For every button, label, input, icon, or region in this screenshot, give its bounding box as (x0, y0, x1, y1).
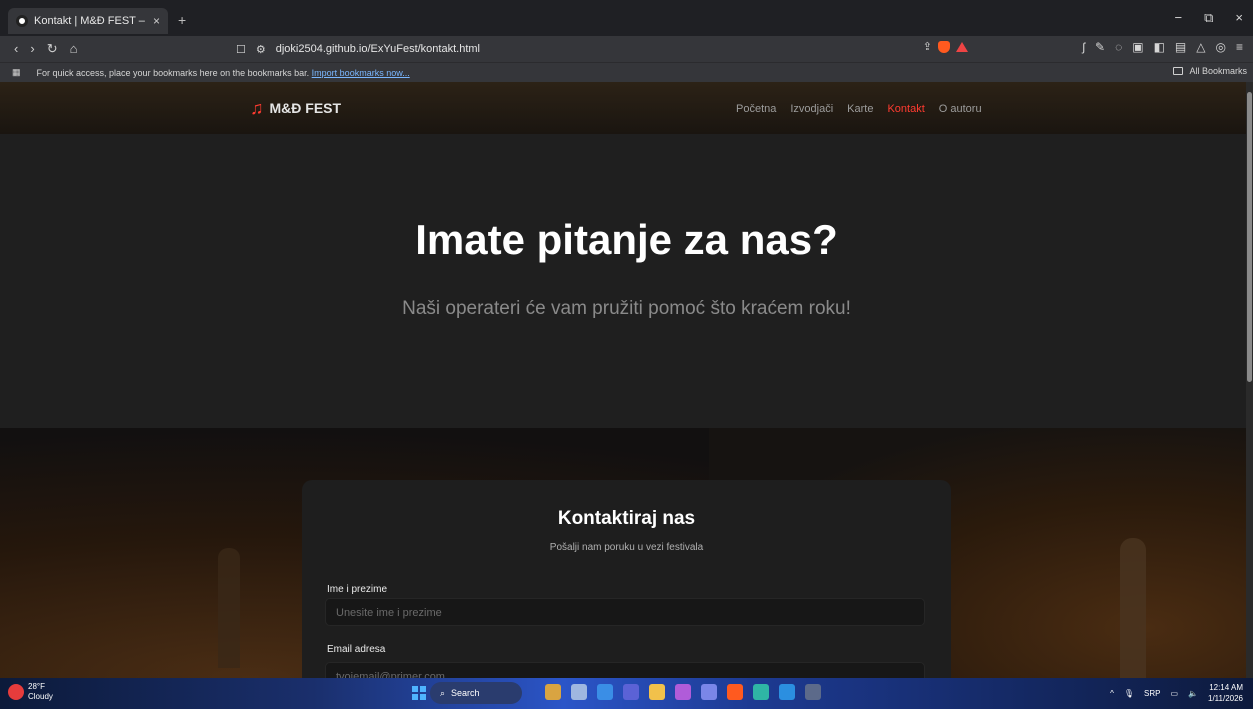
wallet-icon[interactable]: ▤ (1175, 40, 1186, 54)
tab-close-icon[interactable]: × (153, 14, 160, 28)
nav-link-pocetna[interactable]: Početna (736, 103, 776, 115)
reload-icon[interactable]: ↻ (47, 41, 58, 57)
folder-icon (1173, 67, 1184, 75)
home-icon[interactable]: ⌂ (70, 41, 78, 57)
import-bookmarks-link[interactable]: Import bookmarks now... (312, 68, 410, 78)
brave-shield-icon[interactable] (938, 40, 950, 53)
vscode-icon[interactable] (779, 684, 795, 700)
all-bookmarks-label: All Bookmarks (1189, 66, 1247, 76)
search-label: Search (451, 688, 480, 698)
contact-subtitle: Pošalji nam poruku u vezi festivala (549, 542, 704, 553)
brave-rewards-icon[interactable] (956, 41, 968, 52)
navigation-buttons: ‹ › ↻ ⌂ (0, 41, 240, 57)
window-controls: − ⧉ × (1175, 10, 1243, 26)
browser-tab-strip: Kontakt | M&Đ FEST – EX-YU M... × + − ⧉ … (0, 0, 1253, 36)
extensions-icon[interactable]: ◌ (1115, 40, 1122, 54)
web-page: ♫ M&Đ FEST Početna Izvodjači Karte Konta… (0, 82, 1253, 678)
bookmarks-bar: ▦ For quick access, place your bookmarks… (0, 62, 1253, 82)
language-indicator[interactable]: SRP (1144, 689, 1160, 698)
clock-time: 12:14 AM (1209, 683, 1243, 692)
file-explorer-icon[interactable] (649, 684, 665, 700)
browser-tab[interactable]: Kontakt | M&Đ FEST – EX-YU M... × (8, 8, 168, 34)
clock-date: 1/11/2026 (1208, 694, 1243, 703)
weather-icon (8, 684, 24, 700)
hero-section: Imate pitanje za nas? Naši operateri će … (0, 134, 1253, 428)
widgets-app-icon[interactable] (545, 684, 561, 700)
name-input[interactable]: Unesite ime i prezime (325, 598, 925, 626)
system-tray: ^ 🎙 SRP ▭ 🔈 12:14 AM 1/11/2026 (1110, 682, 1243, 704)
tray-chevron-icon[interactable]: ^ (1110, 689, 1114, 698)
search-icon: ⌕ (440, 687, 446, 698)
teams-icon[interactable] (623, 684, 639, 700)
raised-hand-image (1120, 538, 1146, 678)
discord-icon[interactable] (701, 684, 717, 700)
pen-icon[interactable]: ✎ (1095, 40, 1105, 54)
site-info-icon[interactable]: ⚙ (256, 43, 266, 56)
site-navbar: ♫ M&Đ FEST Početna Izvodjači Karte Konta… (0, 82, 1253, 134)
pinned-apps (545, 684, 821, 700)
omnibox-actions: ⇪ (923, 40, 968, 53)
leo-icon[interactable]: △ (1196, 40, 1205, 54)
menu-icon[interactable]: ≡ (1236, 40, 1243, 54)
site-logo[interactable]: ♫ M&Đ FEST (250, 98, 342, 118)
nav-link-o-autoru[interactable]: O autoru (939, 103, 982, 115)
apps-grid-icon[interactable]: ▦ (12, 67, 21, 78)
app-icon[interactable] (805, 684, 821, 700)
all-bookmarks-button[interactable]: All Bookmarks (1173, 66, 1247, 76)
toolbar-extensions: ʃ ✎ ◌ ▣ ◧ ▤ △ ◎ ≡ (1082, 40, 1243, 54)
music-note-icon: ♫ (250, 98, 264, 118)
concert-background: Kontaktiraj nas Pošalji nam poruku u vez… (0, 428, 1253, 678)
nav-link-karte[interactable]: Karte (847, 103, 873, 115)
bookmarks-hint: For quick access, place your bookmarks h… (36, 67, 310, 78)
taskbar-search[interactable]: ⌕ Search (430, 682, 522, 704)
nav-link-kontakt[interactable]: Kontakt (887, 103, 924, 115)
weather-widget[interactable]: 28°F Cloudy (8, 682, 53, 702)
email-input[interactable]: tvojemail@primer.com (325, 662, 925, 678)
bookmark-icon[interactable]: ☐ (236, 43, 246, 56)
email-label: Email adresa (327, 644, 386, 655)
sidebar-icon[interactable]: ◧ (1154, 40, 1165, 54)
windows-start-icon[interactable] (412, 686, 426, 700)
reader-icon[interactable]: ʃ (1082, 40, 1085, 54)
back-icon[interactable]: ‹ (14, 41, 18, 57)
close-window-button[interactable]: × (1235, 10, 1243, 26)
main-nav: Početna Izvodjači Karte Kontakt O autoru (736, 103, 982, 115)
site-favicon-icon (16, 15, 28, 27)
address-bar[interactable]: ☐ ⚙ djoki2504.github.io/ExYuFest/kontakt… (236, 38, 978, 60)
copilot-icon[interactable] (597, 684, 613, 700)
screenshot-icon[interactable]: ▣ (1132, 40, 1143, 54)
share-icon[interactable]: ⇪ (923, 40, 932, 53)
edge-icon[interactable] (753, 684, 769, 700)
url-text[interactable]: djoki2504.github.io/ExYuFest/kontakt.htm… (276, 43, 480, 55)
raised-hand-image (218, 548, 240, 668)
display-icon[interactable]: ▭ (1170, 689, 1178, 698)
hero-subtitle: Naši operateri će vam pružiti pomoć što … (402, 298, 851, 319)
minimize-button[interactable]: − (1175, 10, 1183, 26)
microphone-icon[interactable]: 🎙 (1124, 689, 1134, 698)
scrollbar-thumb[interactable] (1247, 92, 1252, 382)
clock[interactable]: 12:14 AM 1/11/2026 (1208, 682, 1243, 704)
weather-condition: Cloudy (28, 692, 53, 701)
tab-title: Kontakt | M&Đ FEST – EX-YU M... (34, 15, 147, 27)
task-view-icon[interactable] (571, 684, 587, 700)
app-icon[interactable] (675, 684, 691, 700)
hero-title: Imate pitanje za nas? (415, 216, 838, 263)
volume-icon[interactable]: 🔈 (1188, 689, 1198, 698)
vpn-icon[interactable]: ◎ (1216, 40, 1226, 54)
weather-temp: 28°F (28, 682, 45, 691)
new-tab-button[interactable]: + (178, 12, 186, 28)
contact-form-card: Kontaktiraj nas Pošalji nam poruku u vez… (302, 480, 951, 678)
name-label: Ime i prezime (327, 584, 388, 595)
windows-taskbar: 28°F Cloudy ⌕ Search ^ 🎙 SRP ▭ 🔈 12:14 A… (0, 678, 1253, 709)
contact-title: Kontaktiraj nas (557, 508, 696, 529)
forward-icon[interactable]: › (30, 41, 34, 57)
brave-browser-icon[interactable] (727, 684, 743, 700)
nav-link-izvodjaci[interactable]: Izvodjači (790, 103, 833, 115)
maximize-button[interactable]: ⧉ (1204, 10, 1213, 26)
brand-name: M&Đ FEST (269, 100, 342, 116)
browser-toolbar: ‹ › ↻ ⌂ ☐ ⚙ djoki2504.github.io/ExYuFest… (0, 36, 1253, 62)
